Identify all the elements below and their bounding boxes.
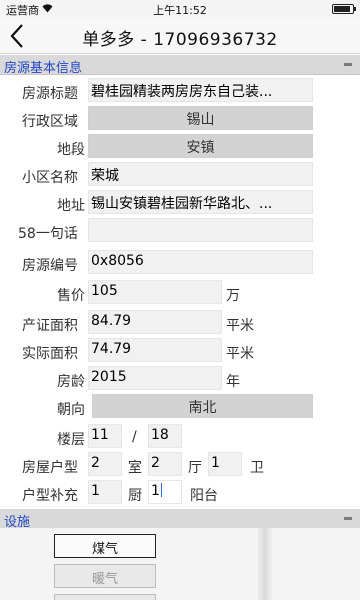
unit-label: 卫 <box>250 460 264 476</box>
cert-area-input[interactable]: 84.79 <box>88 310 222 334</box>
row-address: 地址 锡山安镇碧桂园新华路北、... <box>0 190 360 218</box>
rooms-input[interactable]: 2 <box>88 452 122 476</box>
facility-broadband-button[interactable]: 宽带 <box>54 594 156 600</box>
floor-separator: / <box>132 429 137 445</box>
row-age: 房龄 2015 年 <box>0 366 360 394</box>
price-input[interactable]: 105 <box>88 280 222 304</box>
listing-number-input[interactable]: 0x8056 <box>88 250 313 274</box>
section-header-basic-info: 房源基本信息 <box>0 55 360 76</box>
row-listing-no: 房源编号 0x8056 <box>0 250 360 278</box>
row-floor: 楼层 11 / 18 <box>0 424 360 452</box>
field-label: 房源编号 <box>22 258 78 274</box>
row-tagline: 58一句话 <box>0 218 360 246</box>
row-title: 房源标题 碧桂园精装两房房东自己装... <box>0 78 360 106</box>
floor-input[interactable]: 11 <box>88 424 122 448</box>
halls-input[interactable]: 2 <box>148 452 182 476</box>
collapse-icon[interactable] <box>344 63 352 66</box>
kitchen-value: 1 <box>151 483 160 499</box>
field-label: 房龄 <box>57 374 85 390</box>
clock: 上午11:52 <box>153 4 207 17</box>
field-label: 产证面积 <box>22 318 78 334</box>
battery-icon <box>332 4 356 14</box>
row-cert-area: 产证面积 84.79 平米 <box>0 310 360 338</box>
field-label: 楼层 <box>57 432 85 448</box>
row-layout-extra: 户型补充 1 厨 1 阳台 <box>0 480 360 508</box>
unit-label: 厅 <box>188 460 202 476</box>
field-label: 58一句话 <box>18 226 78 242</box>
total-floors-input[interactable]: 18 <box>148 424 182 448</box>
scroll-indicator <box>258 528 272 600</box>
unit-label: 万 <box>226 288 240 304</box>
field-label: 小区名称 <box>22 170 78 186</box>
navigation-bar: 单多多 - 17096936732 <box>0 18 360 54</box>
actual-area-input[interactable]: 74.79 <box>88 338 222 362</box>
row-community: 小区名称 荣城 <box>0 162 360 190</box>
tagline-input[interactable] <box>88 218 313 242</box>
field-label: 地址 <box>57 198 85 214</box>
community-input[interactable]: 荣城 <box>88 162 313 186</box>
section-title: 房源基本信息 <box>4 61 83 76</box>
facility-gas-button[interactable]: 煤气 <box>54 534 156 558</box>
row-area: 地段 安镇 <box>0 134 360 162</box>
kitchen-input[interactable]: 1 <box>148 480 182 504</box>
unit-label: 阳台 <box>190 488 218 504</box>
text-cursor <box>160 483 162 497</box>
row-price: 售价 105 万 <box>0 280 360 308</box>
area-select[interactable]: 安镇 <box>88 134 313 158</box>
title-input[interactable]: 碧桂园精装两房房东自己装... <box>88 78 313 102</box>
field-label: 户型补充 <box>22 488 78 504</box>
orientation-select[interactable]: 南北 <box>92 394 313 418</box>
layout-extra-input[interactable]: 1 <box>88 480 122 504</box>
field-label: 售价 <box>57 288 85 304</box>
row-district: 行政区域 锡山 <box>0 106 360 134</box>
facility-list: 煤气 暖气 宽带 <box>0 528 360 600</box>
row-orientation: 朝向 南北 <box>0 394 360 422</box>
field-label: 房屋户型 <box>22 460 78 476</box>
unit-label: 室 <box>128 460 142 476</box>
row-actual-area: 实际面积 74.79 平米 <box>0 338 360 366</box>
unit-label: 厨 <box>128 488 142 504</box>
unit-label: 平米 <box>226 346 254 362</box>
field-label: 朝向 <box>57 402 85 418</box>
row-layout: 房屋户型 2 室 2 厅 1 卫 <box>0 452 360 480</box>
unit-label: 平米 <box>226 318 254 334</box>
status-bar: 运营商 上午11:52 <box>0 0 360 18</box>
field-label: 实际面积 <box>22 346 78 362</box>
field-label: 房源标题 <box>22 86 78 102</box>
page-title: 单多多 - 17096936732 <box>82 30 278 50</box>
field-label: 行政区域 <box>22 114 78 130</box>
field-label: 地段 <box>57 142 85 158</box>
facility-heating-button[interactable]: 暖气 <box>54 564 156 588</box>
baths-input[interactable]: 1 <box>208 452 242 476</box>
collapse-icon[interactable] <box>344 517 352 520</box>
age-input[interactable]: 2015 <box>88 366 222 390</box>
district-select[interactable]: 锡山 <box>88 106 313 130</box>
address-input[interactable]: 锡山安镇碧桂园新华路北、... <box>88 190 313 214</box>
unit-label: 年 <box>226 374 240 390</box>
section-header-facilities: 设施 <box>0 509 360 530</box>
